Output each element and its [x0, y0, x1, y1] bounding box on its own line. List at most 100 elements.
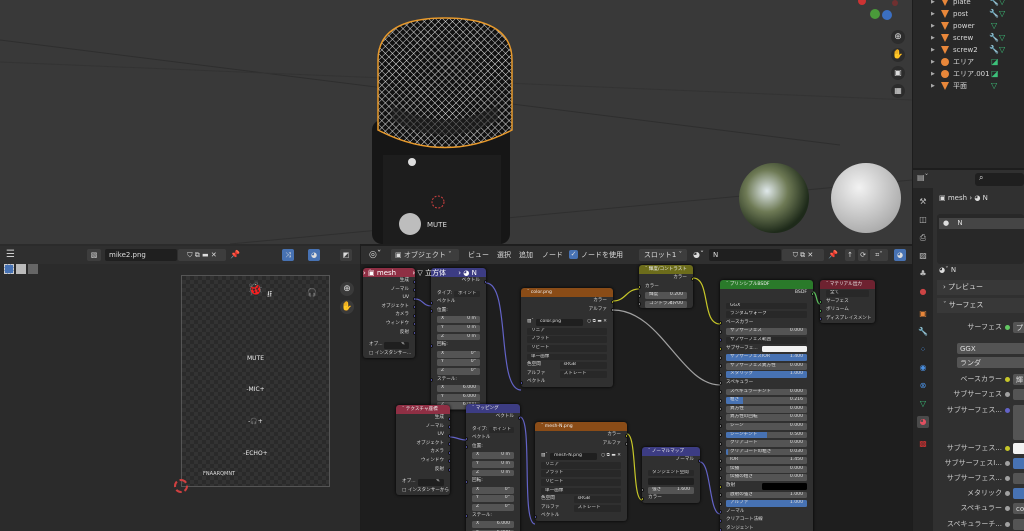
socket-color[interactable]: [720, 484, 722, 489]
mesh-data-icon[interactable]: ▽: [999, 32, 1005, 44]
grid-icon[interactable]: ▦: [891, 84, 905, 98]
dropdown[interactable]: サブサーフェス範囲 ˇ: [726, 336, 807, 344]
modifier-tab-icon[interactable]: 🔧: [917, 326, 929, 338]
node-header[interactable]: ˇ プリンシプルBSDF: [720, 280, 813, 289]
object-tab-icon[interactable]: ▣: [917, 308, 929, 320]
outliner-item[interactable]: ▶ エリア ◪: [913, 56, 1024, 68]
property-row[interactable]: スペキュラー col: [935, 502, 1024, 515]
value-field[interactable]: Y 6.000: [437, 393, 480, 401]
image-type-icon[interactable]: ▧ˇ: [541, 452, 548, 461]
value-field[interactable]: 異方性 0.000: [726, 405, 807, 413]
socket-icon[interactable]: [1005, 392, 1010, 397]
socket-vector[interactable]: [431, 309, 433, 314]
node-map1[interactable]: ˇ ベクトル ポイント ˇ タイプ: ベクトル 位置: X 0 mY0 mZ0 m 回転: X 0°…: [431, 268, 486, 410]
select-box-tool-icon[interactable]: [4, 264, 14, 274]
socket-color[interactable]: [720, 347, 722, 352]
object-field[interactable]: ✎: [417, 479, 444, 486]
property-field[interactable]: [1013, 519, 1024, 530]
socket-vector[interactable]: [518, 415, 520, 420]
node-tc2[interactable]: ˇ テクスチャ座標 生成 ノーマル UV オブジェクト カメラ ウィンドウ 反射 オブ... ✎ □…: [396, 405, 450, 496]
material-slot-list[interactable]: ● N: [937, 214, 1024, 264]
value-field[interactable]: Z 0°: [472, 503, 514, 511]
image-actions-icon[interactable]: ○ ⧉ ▬ ✕: [587, 318, 607, 327]
object-field[interactable]: ✎: [383, 342, 409, 349]
expand-arrow-icon[interactable]: ▶: [931, 32, 935, 44]
shader-node-editor[interactable]: ◎ˇ ▣ オブジェクト ˇ ビュー 選択 追加 ノード ✓ ノードを使用 スロッ…: [361, 244, 912, 531]
socket-float[interactable]: [720, 458, 722, 463]
value-field[interactable]: スペキュラーチント 0.000: [726, 388, 807, 396]
mesh-data-icon[interactable]: ▽: [999, 8, 1005, 20]
value-field[interactable]: Z 0°: [437, 367, 480, 375]
socket-float[interactable]: [720, 364, 722, 369]
socket-icon[interactable]: [1005, 325, 1010, 330]
socket-shader[interactable]: [811, 291, 813, 296]
dropdown[interactable]: [648, 478, 694, 485]
socket-vector[interactable]: [720, 527, 722, 531]
node-header[interactable]: ˇ マテリアル出力: [820, 280, 875, 289]
socket-icon[interactable]: [1005, 408, 1010, 413]
material-tab-icon[interactable]: ◕: [917, 416, 929, 428]
expand-arrow-icon[interactable]: ▶: [931, 8, 935, 20]
socket-vector[interactable]: [521, 380, 523, 385]
value-field[interactable]: Y 0 m: [437, 324, 480, 332]
value-field[interactable]: 粗さ 0.216: [726, 397, 807, 404]
socket-icon[interactable]: [1005, 506, 1010, 511]
socket-vector[interactable]: [484, 279, 486, 284]
property-row[interactable]: GGX: [935, 342, 1024, 355]
mesh-data-icon[interactable]: ▽: [999, 44, 1005, 56]
socket-icon[interactable]: [1005, 446, 1010, 451]
socket-color[interactable]: [625, 433, 627, 438]
value-field[interactable]: 伝播の粗さ 0.000: [726, 474, 807, 482]
socket-float[interactable]: [611, 308, 613, 313]
node-header[interactable]: ˇ ノーマルマップ: [642, 447, 700, 456]
dropdown[interactable]: リニア ˇ: [527, 327, 607, 335]
socket-float[interactable]: [720, 475, 722, 480]
image-name-field[interactable]: mike2.png: [105, 249, 177, 261]
particles-tab-icon[interactable]: ⁘: [917, 344, 929, 356]
socket-icon[interactable]: [1005, 461, 1010, 466]
light-data-icon[interactable]: ◪: [991, 56, 999, 68]
dropdown[interactable]: フラット ˇ: [527, 336, 607, 344]
image-name-field[interactable]: color.png: [536, 319, 583, 326]
expand-arrow-icon[interactable]: ▶: [931, 80, 935, 92]
socket-vector[interactable]: [413, 331, 415, 336]
dropdown[interactable]: ポイント ˇ: [454, 290, 480, 298]
editor-type-icon[interactable]: ▤ˇ: [917, 173, 929, 182]
color-swatch[interactable]: [761, 483, 807, 490]
property-field[interactable]: ランダ: [957, 357, 1024, 368]
preview-panel-header[interactable]: › プレビュー: [937, 280, 1024, 295]
dropdown[interactable]: 単一画像 ˇ: [541, 487, 621, 495]
mesh-data-icon[interactable]: ▽: [999, 0, 1005, 8]
socket-float[interactable]: [720, 372, 722, 377]
dropdown[interactable]: ストレート ˇ: [573, 504, 621, 512]
socket-color[interactable]: [639, 285, 641, 290]
dropdown[interactable]: ストレート ˇ: [559, 370, 607, 378]
render-tab-icon[interactable]: ◫: [917, 214, 929, 226]
outliner-item-name[interactable]: エリア: [953, 56, 974, 68]
socket-float[interactable]: [720, 355, 722, 360]
outliner-item-name[interactable]: エリア.001: [953, 68, 990, 80]
socket-vector[interactable]: [720, 338, 722, 343]
value-field[interactable]: Z 0 m: [472, 469, 514, 477]
socket-vector[interactable]: [413, 313, 415, 318]
constraints-tab-icon[interactable]: ⊗: [917, 380, 929, 392]
socket-vector[interactable]: [466, 436, 468, 441]
socket-icon[interactable]: [1005, 476, 1010, 481]
expand-arrow-icon[interactable]: ▶: [931, 56, 935, 68]
select-mode-subtract-icon[interactable]: [28, 264, 38, 274]
view-layer-tab-icon[interactable]: ▨: [917, 250, 929, 262]
property-row[interactable]: サブサーフェス: [935, 388, 1024, 401]
value-field[interactable]: X 0°: [437, 350, 480, 358]
dropdown[interactable]: タンジェント空間 ˇ: [648, 469, 694, 477]
outliner-item-name[interactable]: screw: [953, 32, 973, 44]
socket-shader[interactable]: [820, 300, 822, 305]
dropdown[interactable]: 全て ˇ: [826, 290, 869, 297]
modifier-icon[interactable]: 🔧: [989, 0, 999, 8]
dropdown[interactable]: GGX ˇ: [726, 302, 807, 310]
node-tc1[interactable]: ˇ 生成 ノーマル UV オブジェクト カメラ ウィンドウ 反射 オブ... ✎ □ インスタンサ…: [363, 268, 415, 359]
value-field[interactable]: Y 0 m: [472, 460, 514, 468]
2d-cursor-icon[interactable]: [174, 479, 188, 493]
scene-tab-icon[interactable]: ♣: [917, 268, 929, 280]
output-tab-icon[interactable]: ⎙: [917, 232, 929, 244]
mesh-data-icon[interactable]: ▽: [991, 20, 997, 32]
